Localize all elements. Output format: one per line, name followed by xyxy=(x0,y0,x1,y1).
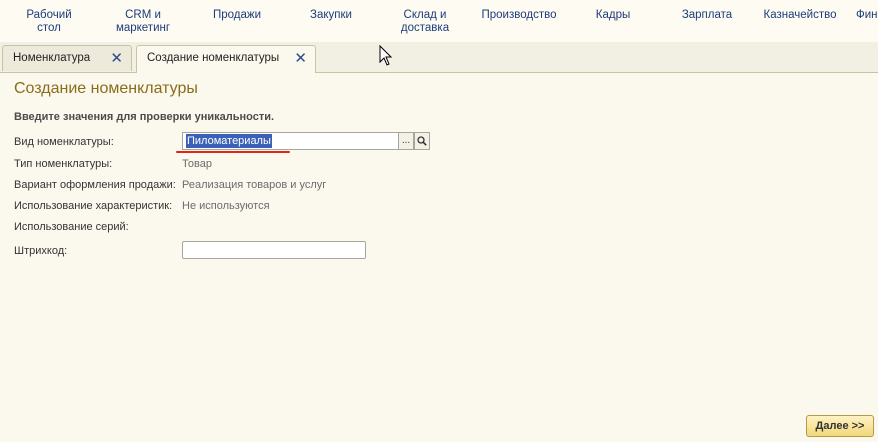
close-icon[interactable]: ✕ xyxy=(294,49,307,67)
barcode-label: Штрихкод: xyxy=(14,245,68,257)
nav-item-sales[interactable]: Продажи xyxy=(206,9,268,22)
nav-item-hr[interactable]: Кадры xyxy=(588,9,638,22)
mouse-cursor-icon xyxy=(379,45,393,66)
kind-label: Вид номенклатуры: xyxy=(14,136,114,148)
characteristics-value: Не используются xyxy=(182,200,270,212)
tab-create-nomenclature[interactable]: Создание номенклатуры ✕ xyxy=(136,45,316,73)
characteristics-label: Использование характеристик: xyxy=(14,200,173,212)
sale-variant-label: Вариант оформления продажи: xyxy=(14,179,176,191)
kind-field[interactable]: Пиломатериалы ... xyxy=(182,132,430,150)
tab-label: Номенклатура xyxy=(13,52,91,64)
barcode-input[interactable] xyxy=(182,241,366,259)
nav-item-warehouse[interactable]: Склад и доставка xyxy=(394,9,456,35)
nav-item-crm[interactable]: CRM и маркетинг xyxy=(110,9,176,35)
nav-item-purchases[interactable]: Закупки xyxy=(302,9,360,22)
type-value: Товар xyxy=(182,158,212,170)
red-underline xyxy=(176,151,290,153)
nav-item-finance[interactable]: Фин xyxy=(856,9,878,22)
next-button[interactable]: Далее >> xyxy=(806,415,874,437)
select-button[interactable]: ... xyxy=(398,132,414,150)
page-title: Создание номенклатуры xyxy=(14,80,198,97)
nav-item-treasury[interactable]: Казначейство xyxy=(760,9,840,22)
sale-variant-value: Реализация товаров и услуг xyxy=(182,179,327,191)
type-label: Тип номенклатуры: xyxy=(14,158,113,170)
nav-item-desktop[interactable]: Рабочий стол xyxy=(22,9,76,35)
nav-item-salary[interactable]: Зарплата xyxy=(676,9,738,22)
uniqueness-hint: Введите значения для проверки уникальнос… xyxy=(14,111,275,123)
kind-value[interactable]: Пиломатериалы xyxy=(186,134,272,148)
tabs-bar: Номенклатура ✕ Создание номенклатуры ✕ xyxy=(0,42,878,73)
nav-item-production[interactable]: Производство xyxy=(476,9,562,22)
series-label: Использование серий: xyxy=(14,221,129,233)
search-icon[interactable] xyxy=(414,132,430,150)
tab-nomenclature[interactable]: Номенклатура ✕ xyxy=(2,45,132,71)
tab-label: Создание номенклатуры xyxy=(147,52,280,64)
section-panel: Рабочий стол CRM и маркетинг Продажи Зак… xyxy=(0,0,878,43)
close-icon[interactable]: ✕ xyxy=(110,49,123,67)
